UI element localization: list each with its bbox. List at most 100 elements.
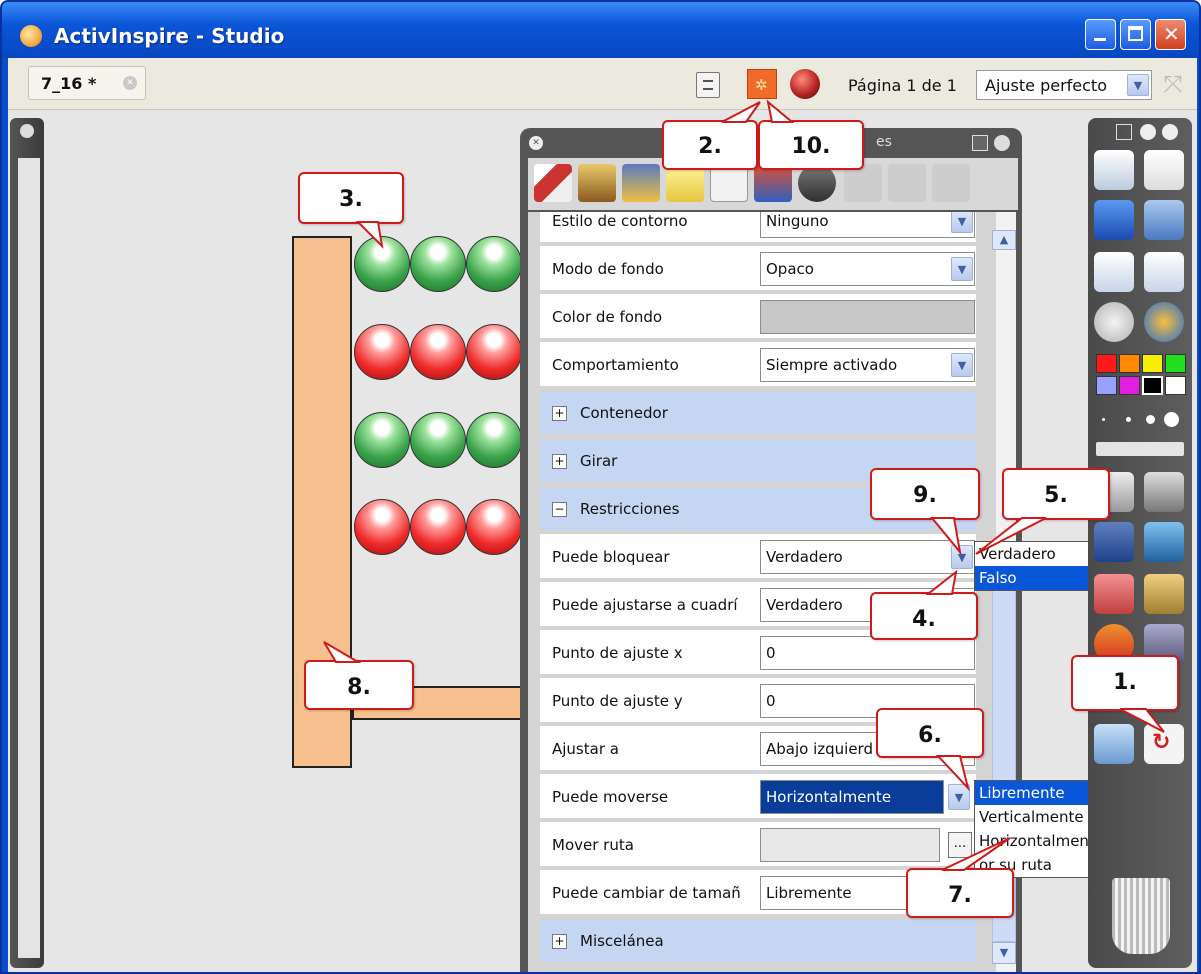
profile-icon[interactable] — [1144, 150, 1184, 190]
tools-wrench-icon[interactable] — [1144, 472, 1184, 512]
bead-green[interactable] — [466, 236, 522, 292]
pen-width-dot[interactable] — [1146, 415, 1155, 424]
pin-icon[interactable] — [994, 135, 1010, 151]
section-label: Restricciones — [580, 500, 680, 518]
bead-green[interactable] — [410, 236, 466, 292]
clear-icon[interactable] — [1094, 724, 1134, 764]
bead-red[interactable] — [410, 499, 466, 555]
snap-x-input[interactable]: 0 — [760, 636, 975, 670]
minimize-button[interactable] — [1085, 19, 1116, 50]
callout-5: 5. — [1002, 468, 1110, 520]
window-title: ActivInspire - Studio — [54, 24, 285, 48]
design-mode-icon[interactable] — [1094, 200, 1134, 240]
bead-green[interactable] — [466, 412, 522, 468]
color-swatch[interactable] — [1142, 376, 1163, 395]
width-slider[interactable] — [1096, 442, 1184, 456]
bead-red[interactable] — [354, 324, 410, 380]
property-browser-title: es — [876, 134, 892, 150]
page-indicator: Página 1 de 1 — [848, 76, 957, 95]
disabled-icon — [932, 164, 970, 202]
pin-icon[interactable] — [1162, 124, 1178, 140]
color-swatch[interactable] — [1119, 376, 1140, 395]
move-path-input[interactable] — [760, 828, 940, 862]
bead-green[interactable] — [354, 236, 410, 292]
main-menu-icon[interactable] — [1094, 150, 1134, 190]
callout-10: 10. — [758, 120, 864, 170]
panel-menu-icon[interactable] — [972, 135, 988, 151]
section-miscelanea[interactable]: + Miscelánea — [540, 920, 976, 964]
eraser-icon[interactable] — [1094, 574, 1134, 614]
chevron-down-icon[interactable]: ▼ — [951, 257, 973, 281]
background-color-swatch[interactable] — [760, 300, 975, 334]
previous-page-icon[interactable] — [1094, 252, 1134, 292]
resource-browser-icon[interactable] — [578, 164, 616, 202]
color-swatch[interactable] — [1165, 376, 1186, 395]
bead-green[interactable] — [354, 412, 410, 468]
bead-red[interactable] — [354, 499, 410, 555]
toolbox-collapse-icon[interactable] — [1140, 124, 1156, 140]
zoom-select[interactable]: Ajuste perfecto ▼ — [976, 70, 1152, 100]
color-swatch[interactable] — [1119, 354, 1140, 373]
color-swatch[interactable] — [1142, 354, 1163, 373]
document-tab[interactable]: 7_16 * ✕ — [28, 66, 146, 100]
tab-close-icon[interactable]: ✕ — [123, 76, 137, 90]
can-move-select[interactable]: Horizontalmente — [760, 780, 944, 814]
panel-close-icon[interactable]: ✕ — [529, 136, 543, 150]
field-value: Opaco — [766, 260, 814, 278]
trash-icon[interactable] — [1112, 878, 1170, 954]
expand-icon[interactable]: + — [552, 406, 567, 421]
color-swatch[interactable] — [1165, 354, 1186, 373]
callout-label: 9. — [913, 483, 937, 508]
expand-icon[interactable]: + — [552, 934, 567, 949]
pen-icon[interactable] — [1094, 522, 1134, 562]
bead-red[interactable] — [410, 324, 466, 380]
next-page-icon[interactable] — [1144, 252, 1184, 292]
collapse-icon[interactable]: − — [552, 502, 567, 517]
play-icon[interactable] — [1094, 302, 1134, 342]
scroll-up-icon[interactable]: ▲ — [992, 230, 1016, 250]
chevron-down-icon[interactable]: ▼ — [1127, 74, 1149, 96]
fill-icon[interactable] — [1144, 574, 1184, 614]
color-swatch[interactable] — [1096, 354, 1117, 373]
highlighter-icon[interactable] — [1144, 522, 1184, 562]
field-value: Abajo izquierd — [766, 740, 873, 758]
actions-browser-icon[interactable] — [790, 69, 820, 99]
left-browser-panel — [10, 118, 44, 968]
scroll-down-icon[interactable]: ▼ — [992, 942, 1016, 964]
activinspire-icon[interactable] — [1144, 302, 1184, 342]
chevron-down-icon[interactable]: ▼ — [951, 545, 973, 569]
expand-icon[interactable]: + — [552, 454, 567, 469]
chevron-down-icon[interactable]: ▼ — [951, 212, 973, 233]
chevron-down-icon[interactable]: ▼ — [948, 784, 970, 810]
toolbox-menu-icon[interactable] — [1116, 124, 1132, 140]
field-value: Verdadero — [766, 548, 843, 566]
property-label: Puede ajustarse a cuadrí — [552, 596, 738, 614]
bead-green[interactable] — [410, 412, 466, 468]
page-browser-icon[interactable] — [534, 164, 572, 202]
behavior-select[interactable]: Siempre activado ▼ — [760, 348, 975, 382]
move-path-browse-button[interactable]: ... — [948, 832, 972, 858]
chevron-down-icon[interactable]: ▼ — [951, 353, 973, 377]
field-value: Siempre activado — [766, 356, 898, 374]
pen-width-dot[interactable] — [1126, 417, 1131, 422]
section-contenedor[interactable]: + Contenedor — [540, 392, 976, 436]
properties-browser-icon[interactable]: ✲ — [747, 69, 777, 99]
tools-icon[interactable] — [1144, 200, 1184, 240]
can-lock-select[interactable]: Verdadero ▼ — [760, 540, 975, 574]
outline-style-select[interactable]: Ninguno ▼ — [760, 212, 975, 238]
reset-page-icon[interactable]: ↻ — [1144, 724, 1184, 764]
pen-width-dot[interactable] — [1164, 412, 1179, 427]
close-button[interactable]: ✕ — [1155, 19, 1186, 50]
page-view-icon[interactable] — [696, 72, 720, 98]
bead-red[interactable] — [466, 499, 522, 555]
field-value: Ninguno — [766, 212, 829, 230]
fullscreen-icon[interactable]: ⤧ — [1156, 70, 1190, 100]
maximize-button[interactable] — [1120, 19, 1151, 50]
pin-icon[interactable] — [20, 124, 34, 138]
property-row-can-move: Puede moverse Horizontalmente ▼ — [540, 774, 976, 820]
pen-width-dot[interactable] — [1102, 418, 1105, 421]
background-mode-select[interactable]: Opaco ▼ — [760, 252, 975, 286]
bead-red[interactable] — [466, 324, 522, 380]
object-browser-icon[interactable] — [622, 164, 660, 202]
color-swatch[interactable] — [1096, 376, 1117, 395]
